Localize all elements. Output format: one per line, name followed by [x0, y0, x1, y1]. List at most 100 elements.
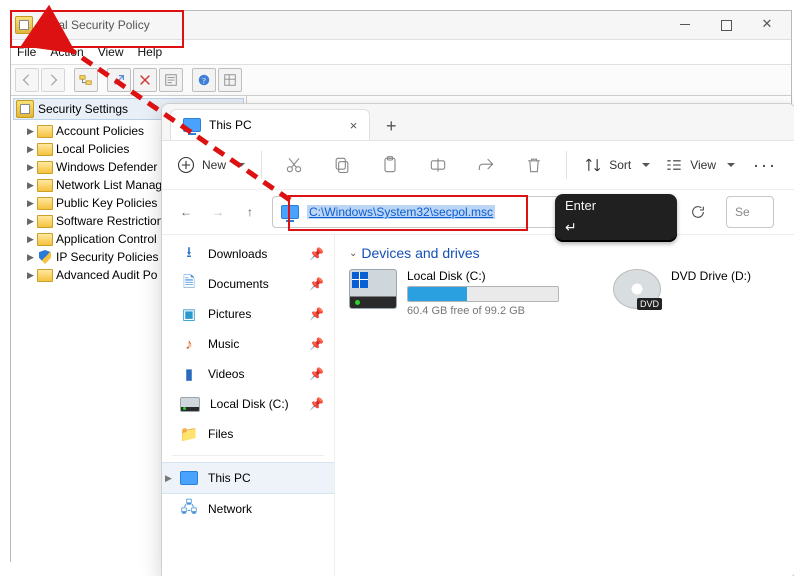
section-title: Devices and drives	[361, 245, 479, 261]
sidebar-item-icon: 📁	[180, 426, 198, 442]
sidebar-item-downloads[interactable]: ⭳Downloads📌	[162, 239, 334, 269]
dvd-drive-icon: DVD	[613, 269, 661, 309]
tree-item-label: Windows Defender	[56, 160, 157, 174]
pin-icon: 📌	[309, 397, 324, 411]
sidebar-item-icon: ⭳	[180, 246, 198, 262]
rename-icon[interactable]	[422, 149, 454, 181]
file-explorer-window: This PC × + New Sort View ···	[161, 103, 794, 576]
properties-icon[interactable]	[159, 68, 183, 92]
enter-key-glyph: ↵	[565, 219, 577, 236]
view-button[interactable]: View	[664, 149, 735, 181]
toolbar-divider	[566, 151, 567, 179]
folder-icon	[37, 196, 53, 210]
sort-icon	[583, 155, 603, 175]
delete-icon[interactable]	[133, 68, 157, 92]
disk-icon	[180, 397, 200, 412]
lsp-toolbar: ?	[11, 65, 791, 96]
section-chevron-icon: ⌄	[349, 248, 357, 259]
nav-up-button[interactable]: ↑	[240, 205, 260, 219]
menu-view[interactable]: View	[98, 45, 124, 59]
view-label: View	[690, 158, 716, 172]
chevron-right-icon: ▶	[165, 473, 172, 484]
section-devices-and-drives[interactable]: ⌄ Devices and drives	[349, 245, 781, 261]
menu-help[interactable]: Help	[138, 45, 163, 59]
pin-icon: 📌	[309, 277, 324, 291]
sidebar-item-icon: ♪	[180, 336, 198, 352]
tree-item-label: IP Security Policies	[56, 250, 159, 264]
toolbar-folder-tree-icon[interactable]	[74, 68, 98, 92]
tree-item-label: Local Policies	[56, 142, 129, 156]
sidebar-item-icon: ▮	[180, 366, 198, 382]
tree-root-label: Security Settings	[38, 102, 128, 116]
sidebar-item-files[interactable]: 📁 Files	[162, 419, 334, 449]
chevron-right-icon: ▶	[27, 144, 37, 155]
sidebar-item-label: Videos	[208, 367, 244, 381]
sidebar-item-label: Local Disk (C:)	[210, 397, 289, 411]
sidebar-item-label: Documents	[208, 277, 269, 291]
sidebar-item-icon: 🗎	[180, 276, 198, 292]
refresh-button[interactable]	[682, 196, 714, 228]
sidebar-item-local-disk-c-[interactable]: Local Disk (C:) 📌	[162, 389, 334, 419]
cut-icon[interactable]	[278, 149, 310, 181]
drive-dvd-d[interactable]: DVD DVD Drive (D:)	[613, 269, 751, 317]
sidebar-item-this-pc[interactable]: ▶ This PC	[162, 462, 334, 494]
explorer-toolbar: New Sort View ···	[162, 141, 794, 190]
sidebar-item-pictures[interactable]: ▣Pictures📌	[162, 299, 334, 329]
copy-icon[interactable]	[326, 149, 358, 181]
menu-action[interactable]: Action	[50, 45, 83, 59]
chevron-right-icon: ▶	[27, 126, 37, 137]
chevron-right-icon: ▶	[27, 234, 37, 245]
delete-icon[interactable]	[518, 149, 550, 181]
folder-icon	[37, 142, 53, 156]
chevron-right-icon: ▶	[27, 198, 37, 209]
drive-name: Local Disk (C:)	[407, 269, 559, 283]
sidebar-item-label: Files	[208, 427, 233, 441]
forward-button[interactable]	[41, 68, 65, 92]
drive-usage-bar	[407, 286, 559, 302]
sidebar-item-videos[interactable]: ▮Videos📌	[162, 359, 334, 389]
sidebar-item-network[interactable]: 🖧Network	[162, 494, 334, 524]
share-icon[interactable]	[470, 149, 502, 181]
tree-item-label: Public Key Policies	[56, 196, 157, 210]
security-settings-icon	[16, 100, 34, 118]
help-icon[interactable]: ?	[192, 68, 216, 92]
sidebar-item-music[interactable]: ♪Music📌	[162, 329, 334, 359]
close-button[interactable]	[747, 12, 787, 36]
chevron-right-icon: ▶	[27, 270, 37, 281]
address-path[interactable]: C:\Windows\System32\secpol.msc	[307, 205, 495, 219]
drive-local-disk-c[interactable]: Local Disk (C:) 60.4 GB free of 99.2 GB	[349, 269, 559, 317]
paste-icon[interactable]	[374, 149, 406, 181]
sidebar-separator	[172, 455, 324, 456]
drive-name: DVD Drive (D:)	[671, 269, 751, 283]
new-button[interactable]: New	[176, 149, 245, 181]
tab-this-pc[interactable]: This PC ×	[170, 109, 370, 140]
new-tab-button[interactable]: +	[376, 112, 406, 140]
nav-forward-button[interactable]: →	[208, 205, 228, 219]
toolbar-grid-icon[interactable]	[218, 68, 242, 92]
window-control-buttons	[665, 12, 787, 38]
export-list-icon[interactable]	[107, 68, 131, 92]
sort-button[interactable]: Sort	[583, 149, 650, 181]
tree-item-label: Software Restriction	[56, 214, 163, 228]
annotation-enter-key: Enter ↵	[555, 194, 677, 242]
nav-back-button[interactable]: ←	[176, 205, 196, 219]
view-icon	[664, 155, 684, 175]
explorer-main-pane: ⌄ Devices and drives Local Disk (C:) 60.…	[335, 235, 794, 576]
security-policy-icon	[15, 16, 33, 34]
windows-logo-icon	[352, 272, 368, 288]
folder-icon	[37, 268, 53, 282]
minimize-button[interactable]	[665, 12, 705, 36]
search-box[interactable]: Se	[726, 196, 774, 228]
lsp-titlebar[interactable]: Local Security Policy	[11, 11, 791, 40]
menu-file[interactable]: File	[17, 45, 36, 59]
more-options-button[interactable]: ···	[749, 149, 781, 181]
tab-close-button[interactable]: ×	[350, 118, 358, 133]
tree-item-label: Advanced Audit Po	[56, 268, 157, 282]
maximize-button[interactable]	[705, 12, 747, 38]
sidebar-item-documents[interactable]: 🗎 Documents 📌	[162, 269, 334, 299]
sidebar-item-label: This PC	[208, 471, 251, 485]
chevron-right-icon: ▶	[27, 180, 37, 191]
chevron-right-icon: ▶	[27, 162, 37, 173]
back-button[interactable]	[15, 68, 39, 92]
dvd-badge: DVD	[637, 298, 662, 310]
